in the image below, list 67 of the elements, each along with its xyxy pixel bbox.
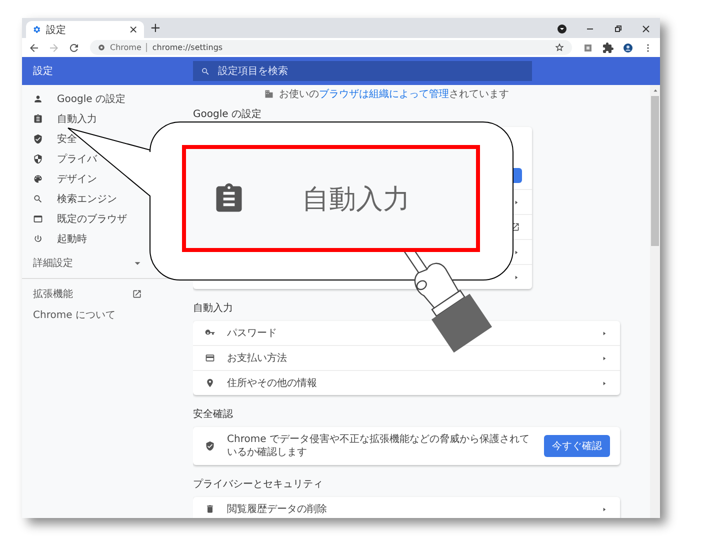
search-field[interactable]: 設定項目を検索: [193, 61, 532, 81]
star-icon[interactable]: [555, 43, 564, 52]
row-label: お支払い方法: [227, 352, 288, 365]
back-icon[interactable]: [28, 42, 40, 54]
settings-row[interactable]: パスワード: [193, 321, 620, 345]
media-control-icon[interactable]: [556, 23, 568, 35]
sidebar-item[interactable]: 起動時: [22, 229, 87, 249]
scroll-up-icon[interactable]: [652, 87, 658, 94]
close-tab-button[interactable]: ×: [128, 23, 138, 36]
extensions-link[interactable]: 拡張機能: [22, 283, 142, 305]
shield-icon: [33, 154, 43, 164]
sidebar-item[interactable]: Google の設定: [22, 89, 126, 109]
shield-check-icon: [205, 441, 215, 451]
external-link-icon: [132, 289, 142, 299]
close-icon[interactable]: [640, 23, 652, 35]
row-label: Chrome でデータ侵害や不正な拡張機能などの脅威から保護されているか確認します: [227, 433, 530, 459]
shield-check-icon: [33, 134, 43, 144]
section-title: 自動入力: [193, 302, 234, 316]
new-tab-button[interactable]: +: [150, 21, 161, 36]
row-label: 住所やその他の情報: [227, 376, 318, 390]
sidebar-item[interactable]: 安全: [22, 129, 77, 149]
sidebar-item[interactable]: デザイン: [22, 169, 97, 189]
puzzle-icon[interactable]: [602, 42, 614, 54]
sidebar-item[interactable]: 自動入力: [22, 109, 97, 129]
row-label: 閲覧履歴データの削除: [227, 502, 328, 516]
palette-icon: [33, 174, 43, 184]
arrow-right-icon: [601, 506, 608, 512]
location-pin-icon: [205, 378, 215, 388]
arrow-right-icon: [601, 354, 608, 362]
clipboard-icon: [33, 114, 43, 124]
managed-notice: お使いのブラウザは組織によって管理されています: [279, 88, 509, 101]
page-title: 設定: [32, 64, 54, 78]
scrollbar-thumb[interactable]: [651, 96, 659, 246]
advanced-settings-toggle[interactable]: 詳細設定: [22, 252, 142, 274]
sidebar-item[interactable]: プライバ: [22, 149, 97, 169]
avatar-icon[interactable]: [622, 42, 634, 54]
browser-tab[interactable]: 設定 ×: [26, 21, 144, 38]
search-icon: [33, 194, 43, 204]
section-title: Google の設定: [193, 108, 262, 122]
browser-window-icon: [33, 214, 43, 224]
power-icon: [33, 234, 43, 244]
settings-row[interactable]: 閲覧履歴データの削除: [193, 497, 620, 518]
section-title: 安全確認: [193, 408, 234, 422]
trash-icon: [205, 504, 215, 514]
row-label: パスワード: [227, 327, 278, 340]
check-now-button[interactable]: 今すぐ確認: [544, 435, 610, 457]
settings-row[interactable]: 住所やその他の情報: [193, 370, 620, 395]
managed-link[interactable]: ブラウザは組織によって管理: [319, 89, 449, 100]
credit-card-icon: [205, 353, 215, 363]
arrow-right-icon: [601, 330, 608, 336]
about-chrome-link[interactable]: Chrome について: [22, 305, 193, 325]
zoomed-label: 自動入力: [302, 182, 410, 216]
arrow-right-icon: [513, 248, 520, 256]
extension-icon[interactable]: [582, 42, 594, 54]
address-bar[interactable]: Chrome chrome://settings: [90, 40, 572, 55]
arrow-right-icon: [601, 380, 608, 386]
section-title: プライバシーとセキュリティ: [193, 478, 324, 492]
person-icon: [33, 94, 43, 104]
sidebar-item[interactable]: 既定のブラウザ: [22, 209, 127, 229]
sidebar-item[interactable]: 検索エンジン: [22, 189, 117, 209]
building-icon: [264, 89, 274, 99]
settings-icon: [32, 25, 41, 34]
search-icon: [201, 66, 210, 76]
reload-icon[interactable]: [68, 42, 80, 54]
arrow-right-icon: [513, 198, 520, 206]
restore-icon[interactable]: [612, 23, 624, 35]
arrow-right-icon: [513, 274, 520, 280]
